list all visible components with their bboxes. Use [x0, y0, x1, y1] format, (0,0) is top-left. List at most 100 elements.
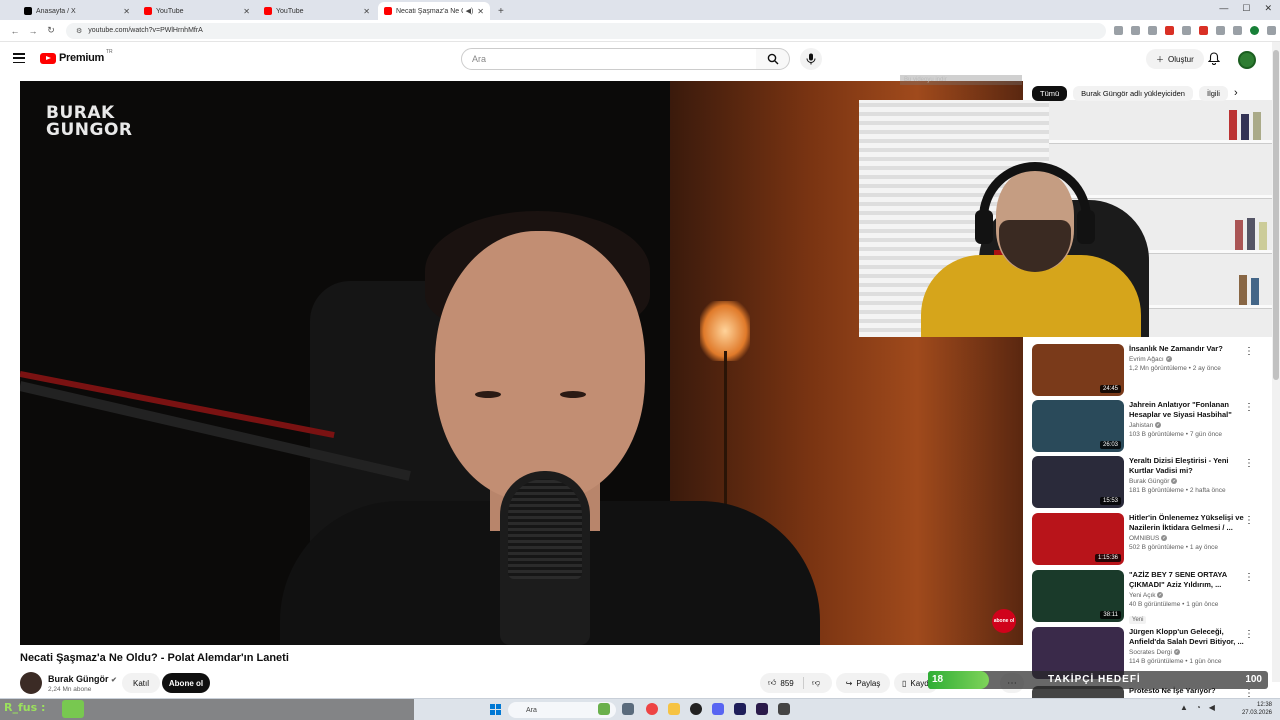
- volume-icon[interactable]: ◀: [1209, 703, 1215, 712]
- follower-goal-current: 18: [932, 674, 944, 685]
- puzzle-icon[interactable]: [1216, 26, 1225, 35]
- back-icon[interactable]: ←: [6, 26, 24, 36]
- recommendation-item[interactable]: 26:03 Jahrein Anlatıyor "Fonlanan Hesapla…: [1032, 400, 1268, 452]
- shield-extension-icon[interactable]: [1182, 26, 1191, 35]
- subscribe-watermark-badge[interactable]: abone ol: [992, 609, 1016, 633]
- more-vertical-icon[interactable]: ⋮: [1244, 629, 1254, 640]
- chip-related[interactable]: İlgili: [1198, 85, 1228, 101]
- close-tab-icon[interactable]: ✕: [477, 7, 484, 16]
- close-tab-icon[interactable]: ✕: [123, 7, 130, 16]
- recommendation-item[interactable]: 1:15:36 Hitler'in Önlenemez Yükselişi ve …: [1032, 513, 1268, 565]
- chrome-icon[interactable]: [646, 703, 658, 715]
- forward-icon[interactable]: →: [24, 26, 42, 36]
- headset-cup: [1077, 210, 1095, 244]
- voice-search-button[interactable]: [800, 48, 822, 70]
- video-thumbnail[interactable]: 38:11: [1032, 570, 1124, 622]
- like-count: 859: [780, 678, 794, 688]
- video-thumbnail[interactable]: 1:15:36: [1032, 513, 1124, 565]
- chip-all[interactable]: Tümü: [1032, 85, 1068, 101]
- recommendation-meta: 103 B görüntüleme • 7 gün önce: [1129, 431, 1222, 438]
- file-explorer-icon[interactable]: [668, 703, 680, 715]
- recommendation-channel[interactable]: OMNIBUS ✔: [1129, 535, 1249, 542]
- discord-icon[interactable]: [712, 703, 724, 715]
- channel-avatar[interactable]: [20, 672, 42, 694]
- recommendation-title[interactable]: Jahrein Anlatıyor "Fonlanan Hesaplar ve …: [1129, 400, 1249, 420]
- recommendation-item[interactable]: 38:11 "AZİZ BEY 7 SENE ORTAYA ÇIKMADI" Az…: [1032, 570, 1268, 624]
- system-clock[interactable]: 12:38 27.03.2026: [1240, 701, 1272, 717]
- close-tab-icon[interactable]: ✕: [363, 7, 370, 16]
- channel-name[interactable]: Burak Güngör ✔: [48, 674, 117, 684]
- like-button[interactable]: 👍︎ 859: [760, 677, 804, 689]
- more-vertical-icon[interactable]: ⋮: [1244, 346, 1254, 357]
- dislike-button[interactable]: 👎︎: [804, 678, 820, 688]
- browser-tab-active[interactable]: Necati Şaşmaz'a Ne Oldu? ◀) ✕: [378, 2, 490, 20]
- microphone-icon: [806, 53, 816, 65]
- scrollbar-thumb[interactable]: [1273, 50, 1279, 380]
- recommendation-title[interactable]: Jürgen Klopp'un Geleceği, Anfield'da Sal…: [1129, 627, 1249, 647]
- address-bar[interactable]: ⚙ youtube.com/watch?v=PWlHrnhMfrA: [66, 22, 1106, 39]
- browser-tab[interactable]: YouTube ✕: [138, 2, 256, 20]
- page-scrollbar[interactable]: [1272, 42, 1280, 682]
- close-window-icon[interactable]: ✕: [1264, 3, 1272, 14]
- profile-icon[interactable]: [1250, 26, 1259, 35]
- more-vertical-icon[interactable]: ⋮: [1244, 458, 1254, 469]
- join-button[interactable]: Katıl: [122, 673, 160, 693]
- maximize-icon[interactable]: ☐: [1242, 3, 1250, 14]
- recommendation-item[interactable]: 15:53 Yeraltı Dizisi Eleştirisi - Yeni Ku…: [1032, 456, 1268, 508]
- video-thumbnail[interactable]: 15:53: [1032, 456, 1124, 508]
- task-view-icon[interactable]: [622, 703, 634, 715]
- recommendation-channel[interactable]: Burak Güngör ✔: [1129, 478, 1249, 485]
- reload-icon[interactable]: ↻: [42, 25, 60, 36]
- cast-icon[interactable]: [1131, 26, 1140, 35]
- youtube-premium-logo[interactable]: Premium TR: [40, 49, 113, 64]
- sidebar-icon[interactable]: [1233, 26, 1242, 35]
- windows-start-icon[interactable]: [490, 704, 501, 715]
- search-button[interactable]: [756, 48, 790, 70]
- chip-uploader[interactable]: Burak Güngör adlı yükleyiciden: [1073, 85, 1193, 101]
- recommendation-channel[interactable]: Yeni Açık ✔: [1129, 592, 1249, 599]
- browser-tab[interactable]: Anasayfa / X ✕: [18, 2, 136, 20]
- share-button[interactable]: ↪ Paylaş: [836, 673, 890, 693]
- video-thumbnail[interactable]: 26:03: [1032, 400, 1124, 452]
- verified-icon: ✔: [1161, 535, 1168, 542]
- new-badge: Yeni: [1129, 616, 1147, 624]
- site-info-icon[interactable]: ⚙: [76, 27, 82, 35]
- create-button[interactable]: ＋ Oluştur: [1146, 49, 1204, 69]
- more-vertical-icon[interactable]: ⋮: [1244, 572, 1254, 583]
- video-thumbnail[interactable]: 24:45: [1032, 344, 1124, 396]
- close-tab-icon[interactable]: ✕: [243, 7, 250, 16]
- zoom-icon[interactable]: [1114, 26, 1123, 35]
- minimize-icon[interactable]: —: [1219, 3, 1228, 14]
- speaker-icon[interactable]: ◀): [466, 7, 474, 15]
- recommendation-title[interactable]: "AZİZ BEY 7 SENE ORTAYA ÇIKMADI" Aziz Yı…: [1129, 570, 1249, 590]
- recommendation-item[interactable]: 24:45 İnsanlık Ne Zamandır Var? Evrim Ağac…: [1032, 344, 1268, 396]
- network-icon[interactable]: ▲: [1180, 703, 1188, 712]
- wifi-icon[interactable]: ◔: [1196, 703, 1201, 712]
- new-tab-button[interactable]: +: [498, 2, 504, 20]
- menu-dots-icon[interactable]: [1267, 26, 1276, 35]
- recommendation-channel[interactable]: Jahistan ✔: [1129, 422, 1249, 429]
- download-hint[interactable]: Bu videoyu indir: [900, 75, 1022, 85]
- extension-icon[interactable]: [1199, 26, 1208, 35]
- recommendation-channel[interactable]: Evrim Ağacı ✔: [1129, 356, 1249, 363]
- browser-tab[interactable]: YouTube ✕: [258, 2, 376, 20]
- premiere-icon[interactable]: [734, 703, 746, 715]
- app-icon[interactable]: [778, 703, 790, 715]
- search-input[interactable]: Ara: [461, 48, 757, 70]
- obs-icon[interactable]: [690, 703, 702, 715]
- notifications-button[interactable]: [1207, 52, 1221, 70]
- bookmark-star-icon[interactable]: [1148, 26, 1157, 35]
- after-effects-icon[interactable]: [756, 703, 768, 715]
- recommendation-channel[interactable]: Socrates Dergi ✔: [1129, 649, 1249, 656]
- recommendation-title[interactable]: Yeraltı Dizisi Eleştirisi - Yeni Kurtlar…: [1129, 456, 1249, 476]
- more-vertical-icon[interactable]: ⋮: [1244, 402, 1254, 413]
- recommendation-title[interactable]: İnsanlık Ne Zamandır Var?: [1129, 344, 1249, 354]
- more-vertical-icon[interactable]: ⋮: [1244, 515, 1254, 526]
- taskbar-widget-icon[interactable]: [598, 703, 610, 715]
- account-avatar[interactable]: [1238, 51, 1256, 69]
- hamburger-menu-icon[interactable]: [13, 53, 25, 63]
- chevron-right-icon[interactable]: ›: [1234, 87, 1238, 99]
- recommendation-title[interactable]: Hitler'in Önlenemez Yükselişi ve Naziler…: [1129, 513, 1249, 533]
- pdf-extension-icon[interactable]: [1165, 26, 1174, 35]
- subscribe-button[interactable]: Abone ol: [162, 673, 210, 693]
